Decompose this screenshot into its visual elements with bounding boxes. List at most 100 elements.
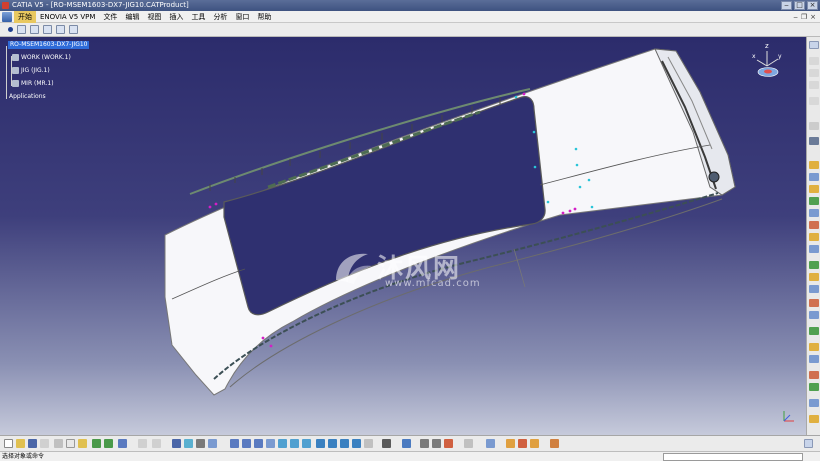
iso-view-icon[interactable] (278, 439, 287, 448)
maximize-button[interactable]: □ (794, 1, 805, 10)
menu-help[interactable]: 帮助 (253, 11, 275, 23)
fit-all-icon[interactable] (196, 439, 205, 448)
swap-space-icon[interactable] (352, 439, 361, 448)
menu-file[interactable]: 文件 (99, 11, 121, 23)
assembly-icon-14[interactable] (809, 327, 819, 335)
zoom-in-icon[interactable] (242, 439, 251, 448)
title-bar: CATIA V5 - [RO-MSEM1603-DX7-JIG10.CATPro… (0, 0, 820, 11)
quick-toolbar (0, 23, 820, 37)
doc-restore-button[interactable]: ❐ (801, 13, 807, 21)
hide-show-icon[interactable] (340, 439, 349, 448)
tree-node-mir[interactable]: MIR (MR.1) (12, 80, 54, 88)
knowledge-icon[interactable] (152, 439, 161, 448)
assembly-icon-17[interactable] (809, 371, 819, 379)
assembly-icon-18[interactable] (809, 383, 819, 391)
tool-icon-3[interactable] (809, 81, 819, 89)
assembly-icon-12[interactable] (809, 299, 819, 307)
open-icon[interactable] (16, 439, 25, 448)
formula-icon[interactable] (138, 439, 147, 448)
cut-icon[interactable] (54, 439, 63, 448)
tool-icon-4[interactable] (809, 97, 819, 105)
save-icon[interactable] (28, 439, 37, 448)
tree-root-product[interactable]: RO-MSEM1603-DX7-JIG10 (8, 41, 90, 49)
zoom-out-icon[interactable] (254, 439, 263, 448)
menu-window[interactable]: 窗口 (231, 11, 253, 23)
assembly-icon-19[interactable] (809, 399, 819, 407)
menu-edit[interactable]: 编辑 (121, 11, 143, 23)
catia-app-icon (2, 2, 9, 9)
rotate-icon[interactable] (230, 439, 239, 448)
assembly-icon-8[interactable] (809, 245, 819, 253)
measure-between-icon[interactable] (402, 439, 411, 448)
explode-icon[interactable] (530, 439, 539, 448)
front-view-icon[interactable] (290, 439, 299, 448)
whats-this-icon[interactable] (118, 439, 127, 448)
assembly-icon-2[interactable] (809, 173, 819, 181)
tool-icon-1[interactable] (809, 57, 819, 65)
snap-icon[interactable] (518, 439, 527, 448)
assembly-icon-5[interactable] (809, 209, 819, 217)
catalog-icon[interactable] (172, 439, 181, 448)
menu-enovia[interactable]: ENOVIA V5 VPM (36, 11, 99, 23)
annotation-icon[interactable] (486, 439, 495, 448)
assembly-icon-16[interactable] (809, 355, 819, 363)
constraint-icon[interactable] (809, 137, 819, 145)
3d-viewport[interactable]: z y x RO-MSEM1603-DX7-JIG10 WORK (WORK.1… (0, 37, 806, 435)
assembly-icon-7[interactable] (809, 233, 819, 241)
tree-node-applications[interactable]: Applications (9, 93, 46, 101)
grid-icon[interactable] (550, 439, 559, 448)
properties-icon[interactable] (56, 25, 65, 34)
section-icon[interactable] (464, 439, 473, 448)
undo-icon[interactable] (92, 439, 101, 448)
top-view-icon[interactable] (302, 439, 311, 448)
shading-icon[interactable] (316, 439, 325, 448)
inertia-icon[interactable] (432, 439, 441, 448)
manipulate-icon[interactable] (506, 439, 515, 448)
assembly-icon-11[interactable] (809, 285, 819, 293)
fly-mode-icon[interactable] (184, 439, 193, 448)
undo-icon[interactable] (17, 25, 26, 34)
status-bar: 选择对象或命令 (0, 451, 820, 461)
assembly-icon-4[interactable] (809, 197, 819, 205)
assembly-icon-3[interactable] (809, 185, 819, 193)
menu-insert[interactable]: 插入 (165, 11, 187, 23)
measure-icon[interactable] (382, 439, 391, 448)
wireframe-icon[interactable] (328, 439, 337, 448)
redo-icon[interactable] (30, 25, 39, 34)
clash-icon[interactable] (444, 439, 453, 448)
tool-icon-5[interactable] (809, 122, 819, 130)
tree-node-jig[interactable]: JIG (JIG.1) (12, 67, 50, 75)
assembly-icon-15[interactable] (809, 343, 819, 351)
assembly-icon-20[interactable] (809, 415, 819, 423)
workbench-icon[interactable] (809, 41, 819, 49)
print-icon[interactable] (40, 439, 49, 448)
update-icon[interactable] (43, 25, 52, 34)
paste-icon[interactable] (78, 439, 87, 448)
menu-view[interactable]: 视图 (143, 11, 165, 23)
assembly-icon-10[interactable] (809, 273, 819, 281)
assembly-icon-6[interactable] (809, 221, 819, 229)
doc-minimize-button[interactable]: ‒ (793, 13, 797, 21)
assembly-icon-1[interactable] (809, 161, 819, 169)
command-input[interactable] (663, 453, 803, 461)
measure-item-icon[interactable] (420, 439, 429, 448)
menu-start[interactable]: 开始 (14, 10, 36, 23)
menu-analysis[interactable]: 分析 (209, 11, 231, 23)
render-icon[interactable] (364, 439, 373, 448)
new-icon[interactable] (4, 439, 13, 448)
compass-icon[interactable]: z y x (752, 40, 786, 80)
doc-close-button[interactable]: × (810, 13, 816, 21)
normal-view-icon[interactable] (266, 439, 275, 448)
pointer-icon[interactable] (8, 27, 13, 32)
assembly-icon-13[interactable] (809, 311, 819, 319)
search-icon[interactable] (69, 25, 78, 34)
tool-icon-2[interactable] (809, 69, 819, 77)
menu-tools[interactable]: 工具 (187, 11, 209, 23)
close-button[interactable]: × (807, 1, 818, 10)
tree-node-work[interactable]: WORK (WORK.1) (12, 54, 71, 62)
assembly-icon-9[interactable] (809, 261, 819, 269)
copy-icon[interactable] (66, 439, 75, 448)
pan-icon[interactable] (208, 439, 217, 448)
redo-icon[interactable] (104, 439, 113, 448)
minimize-button[interactable]: ‒ (781, 1, 792, 10)
